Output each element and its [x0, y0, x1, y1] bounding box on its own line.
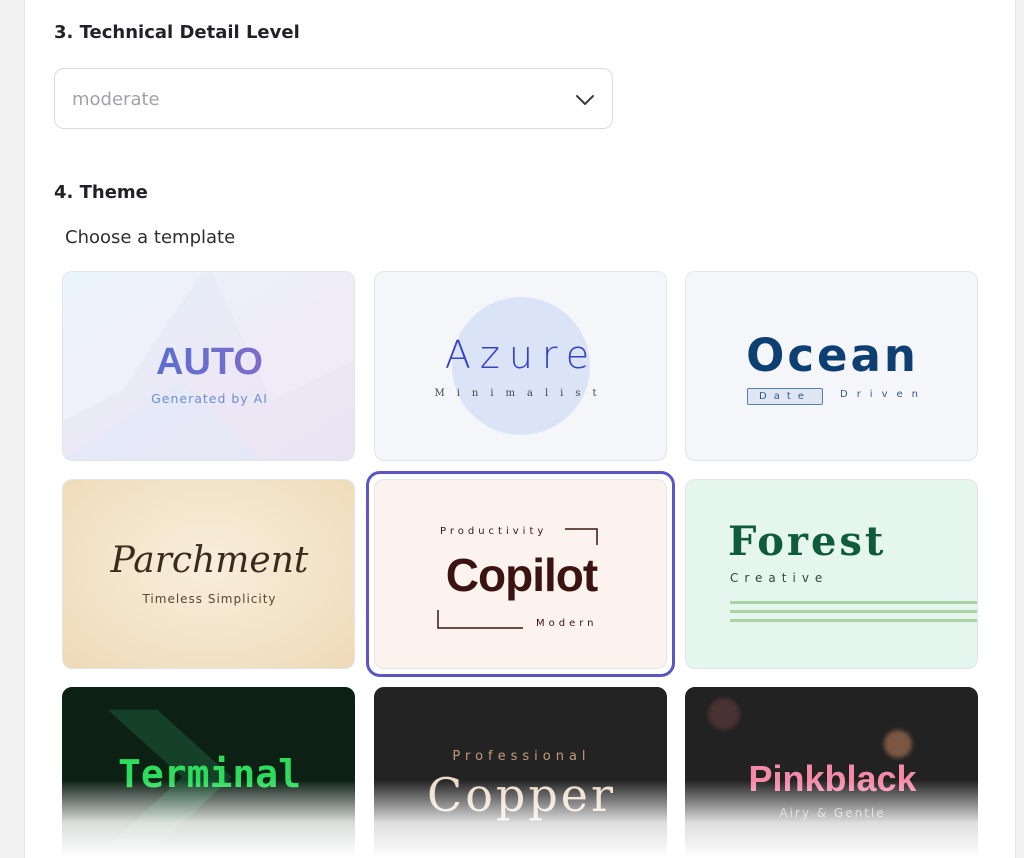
copilot-top-text: Productivity — [440, 526, 548, 537]
settings-panel: 3. Technical Detail Level moderate 4. Th… — [24, 0, 1016, 858]
chevron-down-icon — [576, 95, 594, 105]
copilot-corner-top — [565, 528, 598, 545]
template-title-parchment: Parchment — [110, 540, 309, 581]
template-card-azure[interactable]: Azure Minimalist — [374, 271, 667, 461]
pinkblack-bokeh-2 — [884, 730, 912, 758]
template-title-copilot: Copilot — [445, 549, 598, 601]
copper-top-text: Professional — [452, 749, 591, 764]
choose-template-text: Choose a template — [65, 227, 236, 248]
ocean-tag-date: Date — [747, 388, 823, 405]
pinkblack-bokeh-1 — [708, 698, 740, 730]
template-card-copper[interactable]: Professional Copper — [374, 687, 667, 858]
template-title-ocean: Ocean — [746, 329, 919, 382]
theme-label: 4. Theme — [54, 182, 148, 203]
template-tagline-parchment: Timeless Simplicity — [142, 592, 277, 606]
template-card-pinkblack[interactable]: Pinkblack Airy & Gentle — [685, 687, 978, 858]
template-tagline-auto: Generated by AI — [151, 391, 268, 406]
template-title-pinkblack: Pinkblack — [748, 758, 917, 799]
template-card-ocean[interactable]: Ocean Date Driven — [685, 271, 978, 461]
template-card-copilot[interactable]: Productivity Copilot Modern — [374, 479, 667, 669]
technical-detail-value: moderate — [72, 89, 160, 110]
template-tagline-azure: Minimalist — [434, 388, 609, 399]
copilot-corner-bottom — [437, 610, 523, 629]
technical-detail-label: 3. Technical Detail Level — [54, 22, 300, 43]
copilot-bottom-text: Modern — [536, 618, 598, 629]
forest-stripe-2 — [730, 610, 977, 613]
template-card-forest[interactable]: Forest Creative — [685, 479, 978, 669]
template-title-copper: Copper — [427, 768, 616, 822]
template-card-auto[interactable]: AUTO Generated by AI — [62, 271, 355, 461]
template-tagline-pinkblack: Airy & Gentle — [779, 806, 886, 820]
template-card-terminal[interactable]: Terminal — [62, 687, 355, 858]
template-card-parchment[interactable]: Parchment Timeless Simplicity — [62, 479, 355, 669]
forest-stripe-1 — [730, 601, 977, 604]
template-title-terminal: Terminal — [117, 752, 302, 796]
ocean-tag-driven: Driven — [840, 389, 927, 400]
technical-detail-select[interactable]: moderate — [54, 68, 613, 129]
template-title-azure: Azure — [444, 333, 599, 377]
template-title-auto: AUTO — [63, 341, 354, 384]
template-title-forest: Forest — [728, 518, 887, 565]
template-tagline-forest: Creative — [730, 571, 829, 585]
forest-stripe-3 — [730, 619, 977, 622]
